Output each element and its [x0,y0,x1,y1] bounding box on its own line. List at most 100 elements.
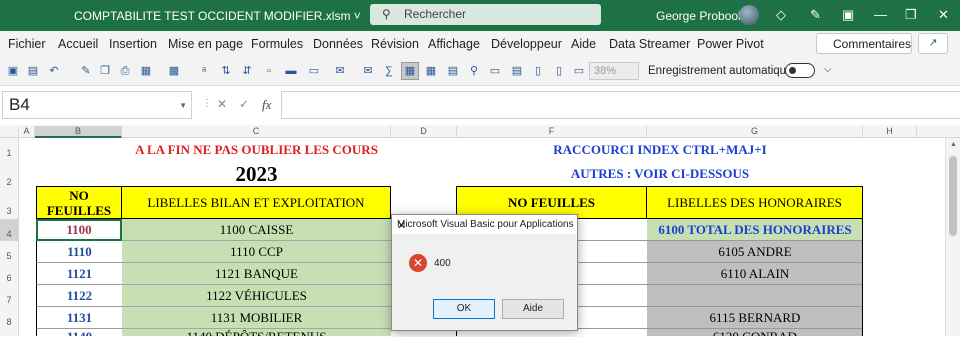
cell-b8[interactable]: 1131 [36,307,122,329]
vertical-scrollbar[interactable]: ▲ [945,138,960,336]
cell-b4[interactable]: 1100 [36,219,122,241]
user-name[interactable]: George Probook [656,9,744,23]
search-box[interactable]: ⚲ Rechercher [370,4,601,25]
row-header-6[interactable]: 6 [0,263,19,285]
dialog-close-icon[interactable]: ✕ [397,219,406,232]
formula-input[interactable] [281,91,960,119]
ribbon-display-icon[interactable]: ▣ [842,7,854,23]
enter-icon[interactable]: ✓ [239,97,249,111]
name-box[interactable]: B4 ▼ [2,91,192,119]
page-setup-icon[interactable]: ▯ [551,63,567,79]
print-icon[interactable]: ⎙ [117,63,133,79]
column-header-h[interactable]: H [863,126,917,138]
cell-c9[interactable]: 1140 DÉPÔTS/RETENUS [122,329,391,336]
scrollbar-thumb[interactable] [949,156,957,236]
tab-mise-en-page[interactable]: Mise en page [168,37,243,51]
column-header-a[interactable]: A [19,126,35,138]
save-icon[interactable]: ▣ [5,63,21,79]
cell-b7[interactable]: 1122 [36,285,122,307]
print-preview-icon[interactable]: ▭ [571,63,587,79]
tab-formules[interactable]: Formules [251,37,303,51]
row-header-4[interactable]: 4 [0,219,19,241]
cell-g4[interactable]: 6100 TOTAL DES HONORAIRES [647,219,863,241]
copy-icon[interactable]: ❐ [97,63,113,79]
grid-icon[interactable]: ▦ [401,62,419,80]
premium-diamond-icon[interactable]: ◇ [776,7,786,23]
paste-special-icon[interactable]: ▬ [283,63,299,79]
tab-power-pivot[interactable]: Power Pivot [697,37,764,51]
select-all-corner[interactable] [0,126,19,138]
sort-ascending-icon[interactable]: ⇅ [218,63,234,79]
minimize-icon[interactable]: — [874,7,887,22]
email-icon[interactable]: ✉ [332,63,348,79]
new-sheet-icon[interactable]: ▭ [487,63,503,79]
tab-affichage[interactable]: Affichage [428,37,480,51]
row-header-8[interactable]: 8 [0,307,19,336]
insert-function-icon[interactable]: fx [262,97,271,113]
autosave-toggle[interactable] [785,63,815,78]
document-title[interactable]: COMPTABILITE TEST OCCIDENT MODIFIER.xlsm… [74,9,361,23]
sort-descending-icon[interactable]: ⇵ [239,63,255,79]
cell-g7[interactable] [647,285,863,307]
scroll-up-icon[interactable]: ▲ [950,141,957,148]
cancel-icon[interactable]: ✕ [217,97,227,111]
row-header-2[interactable]: 2 [0,164,19,187]
autosum-icon[interactable]: ∑ [381,63,397,79]
column-header-g[interactable]: G [647,126,863,138]
avatar[interactable] [739,5,759,25]
envelope-icon[interactable]: ✉ [360,63,376,79]
column-header-c[interactable]: C [122,126,391,138]
clipboard-icon[interactable]: ▭ [306,63,322,79]
tab-insertion[interactable]: Insertion [109,37,157,51]
cell-c5[interactable]: 1110 CCP [122,241,391,263]
ok-button[interactable]: OK [433,299,495,319]
spelling-icon[interactable]: ᵃ [196,63,212,79]
cell-b9[interactable]: 1140 [36,329,122,336]
cell-f1[interactable]: RACCOURCI INDEX CTRL+MAJ+I [457,142,863,158]
cell-b5[interactable]: 1110 [36,241,122,263]
tab-donnees[interactable]: Données [313,37,363,51]
restore-icon[interactable]: ❐ [905,7,917,23]
chevron-down-icon[interactable]: ▼ [179,101,187,110]
tab-aide[interactable]: Aide [571,37,596,51]
undo-icon[interactable]: ↶ [46,63,62,79]
tab-fichier[interactable]: Fichier [8,37,46,51]
row-header-7[interactable]: 7 [0,285,19,307]
row-header-3[interactable]: 3 [0,186,19,219]
zoom-box[interactable]: 38% [589,62,639,80]
tab-data-streamer[interactable]: Data Streamer [609,37,690,51]
cell-c1[interactable]: A LA FIN NE PAS OUBLIER LES COURS [122,142,391,158]
cell-g5[interactable]: 6105 ANDRE [647,241,863,263]
cell-g3[interactable]: LIBELLES DES HONORAIRES [647,186,863,219]
cell-b3[interactable]: NO FEUILLES [36,186,122,219]
column-header-f[interactable]: F [457,126,647,138]
cell-b6[interactable]: 1121 [36,263,122,285]
cell-c6[interactable]: 1121 BANQUE [122,263,391,285]
cell-g6[interactable]: 6110 ALAIN [647,263,863,285]
column-header-b[interactable]: B [35,126,122,138]
paste-icon[interactable]: ▫ [261,63,277,79]
cell-g9[interactable]: 6120 CONRAD [647,329,863,336]
print-area-icon[interactable]: ▤ [509,63,525,79]
borders-icon[interactable]: ▦ [138,63,154,79]
cell-c7[interactable]: 1122 VÉHICULES [122,285,391,307]
freeze-panes-icon[interactable]: ▤ [445,63,461,79]
tab-revision[interactable]: Révision [371,37,419,51]
table-icon[interactable]: ▦ [423,63,439,79]
help-button[interactable]: Aide [502,299,564,319]
row-header-5[interactable]: 5 [0,241,19,263]
close-icon[interactable]: ✕ [938,7,949,23]
cell-f2[interactable]: AUTRES : VOIR CI-DESSOUS [457,166,863,182]
tab-developpeur[interactable]: Développeur [491,37,562,51]
tab-accueil[interactable]: Accueil [58,37,98,51]
cell-c3[interactable]: LIBELLES BILAN ET EXPLOITATION [122,186,391,219]
customize-toolbar-chevron-icon[interactable]: ⌵ [824,64,832,75]
cell-g8[interactable]: 6115 BERNARD [647,307,863,329]
share-button[interactable]: ↗ [918,33,948,54]
cell-c8[interactable]: 1131 MOBILIER [122,307,391,329]
pen-icon[interactable]: ✎ [810,7,821,23]
format-painter-icon[interactable]: ✎ [78,63,94,79]
find-icon[interactable]: ⚲ [466,63,482,79]
cell-c2[interactable]: 2023 [122,162,391,187]
row-header-1[interactable]: 1 [0,138,19,164]
